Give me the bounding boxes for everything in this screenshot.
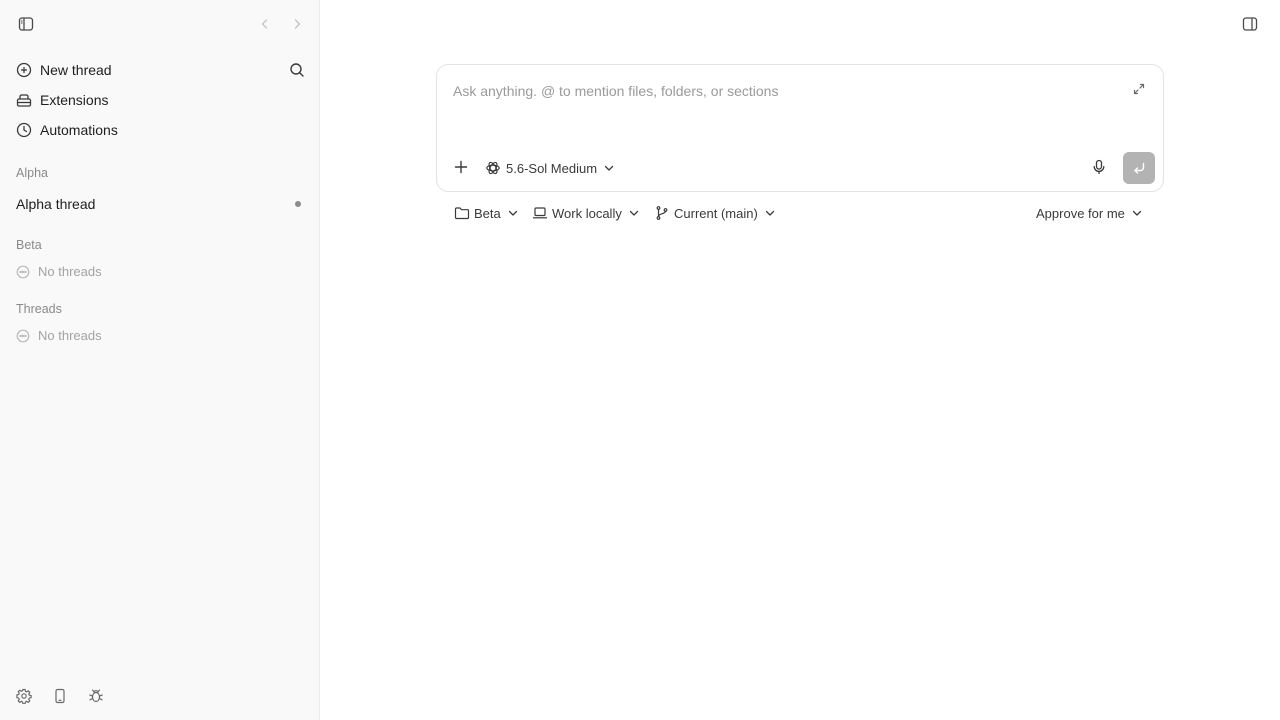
chevron-down-icon xyxy=(765,208,775,218)
sidebar-item-automations[interactable]: Automations xyxy=(8,116,312,144)
toggle-right-panel-icon[interactable] xyxy=(1238,12,1262,36)
empty-label: No threads xyxy=(38,264,102,279)
mobile-device-icon[interactable] xyxy=(48,684,72,708)
project-label: Beta xyxy=(474,205,501,221)
approval-dropdown[interactable]: Approve for me xyxy=(1036,202,1142,224)
approval-label: Approve for me xyxy=(1036,205,1125,221)
toggle-sidebar-icon[interactable] xyxy=(14,12,38,36)
new-thread-button[interactable]: New thread xyxy=(8,56,312,84)
git-branch-icon xyxy=(654,205,670,221)
section-label-threads: Threads xyxy=(16,302,62,316)
thread-item-alpha[interactable]: Alpha thread xyxy=(8,189,312,219)
branch-label: Current (main) xyxy=(674,205,758,221)
prompt-input[interactable] xyxy=(453,79,1113,103)
new-thread-label: New thread xyxy=(40,62,112,78)
add-attachment-button[interactable] xyxy=(449,155,473,179)
forward-arrow-icon[interactable] xyxy=(285,12,309,36)
chevron-down-icon xyxy=(629,208,639,218)
empty-threads-threads: No threads xyxy=(16,328,102,343)
environment-label: Work locally xyxy=(552,205,622,221)
plus-circle-icon xyxy=(16,62,32,78)
extensions-label: Extensions xyxy=(40,92,109,108)
chevron-down-icon xyxy=(508,208,518,218)
branch-dropdown[interactable]: Current (main) xyxy=(654,202,775,224)
bug-icon[interactable] xyxy=(84,684,108,708)
model-label: 5.6-Sol Medium xyxy=(506,160,598,176)
sidebar-item-extensions[interactable]: Extensions xyxy=(8,86,312,114)
thread-title: Alpha thread xyxy=(16,196,96,212)
send-arrow-icon xyxy=(1132,161,1146,175)
chevron-down-icon xyxy=(1132,208,1142,218)
clock-icon xyxy=(16,122,32,138)
empty-threads-beta: No threads xyxy=(16,264,102,279)
section-label-alpha: Alpha xyxy=(16,166,48,180)
project-dropdown[interactable]: Beta xyxy=(454,202,518,224)
model-selector[interactable]: 5.6-Sol Medium xyxy=(485,157,614,179)
chevron-down-icon xyxy=(604,163,614,173)
automations-label: Automations xyxy=(40,122,118,138)
section-label-beta: Beta xyxy=(16,238,42,252)
model-logo-icon xyxy=(485,160,501,176)
sidebar: New thread Extensions Automations Alpha xyxy=(0,0,320,720)
back-arrow-icon[interactable] xyxy=(253,12,277,36)
microphone-icon[interactable] xyxy=(1087,155,1111,179)
settings-gear-icon[interactable] xyxy=(12,684,36,708)
extensions-icon xyxy=(16,92,32,108)
send-button[interactable] xyxy=(1123,152,1155,184)
chat-bubble-icon xyxy=(16,329,30,343)
chat-bubble-icon xyxy=(16,265,30,279)
unread-dot-icon xyxy=(295,201,301,207)
search-icon[interactable] xyxy=(285,58,309,82)
environment-dropdown[interactable]: Work locally xyxy=(532,202,639,224)
folder-icon xyxy=(454,205,470,221)
laptop-icon xyxy=(532,205,548,221)
composer: 5.6-Sol Medium xyxy=(436,64,1164,192)
empty-label: No threads xyxy=(38,328,102,343)
expand-icon[interactable] xyxy=(1127,77,1151,101)
